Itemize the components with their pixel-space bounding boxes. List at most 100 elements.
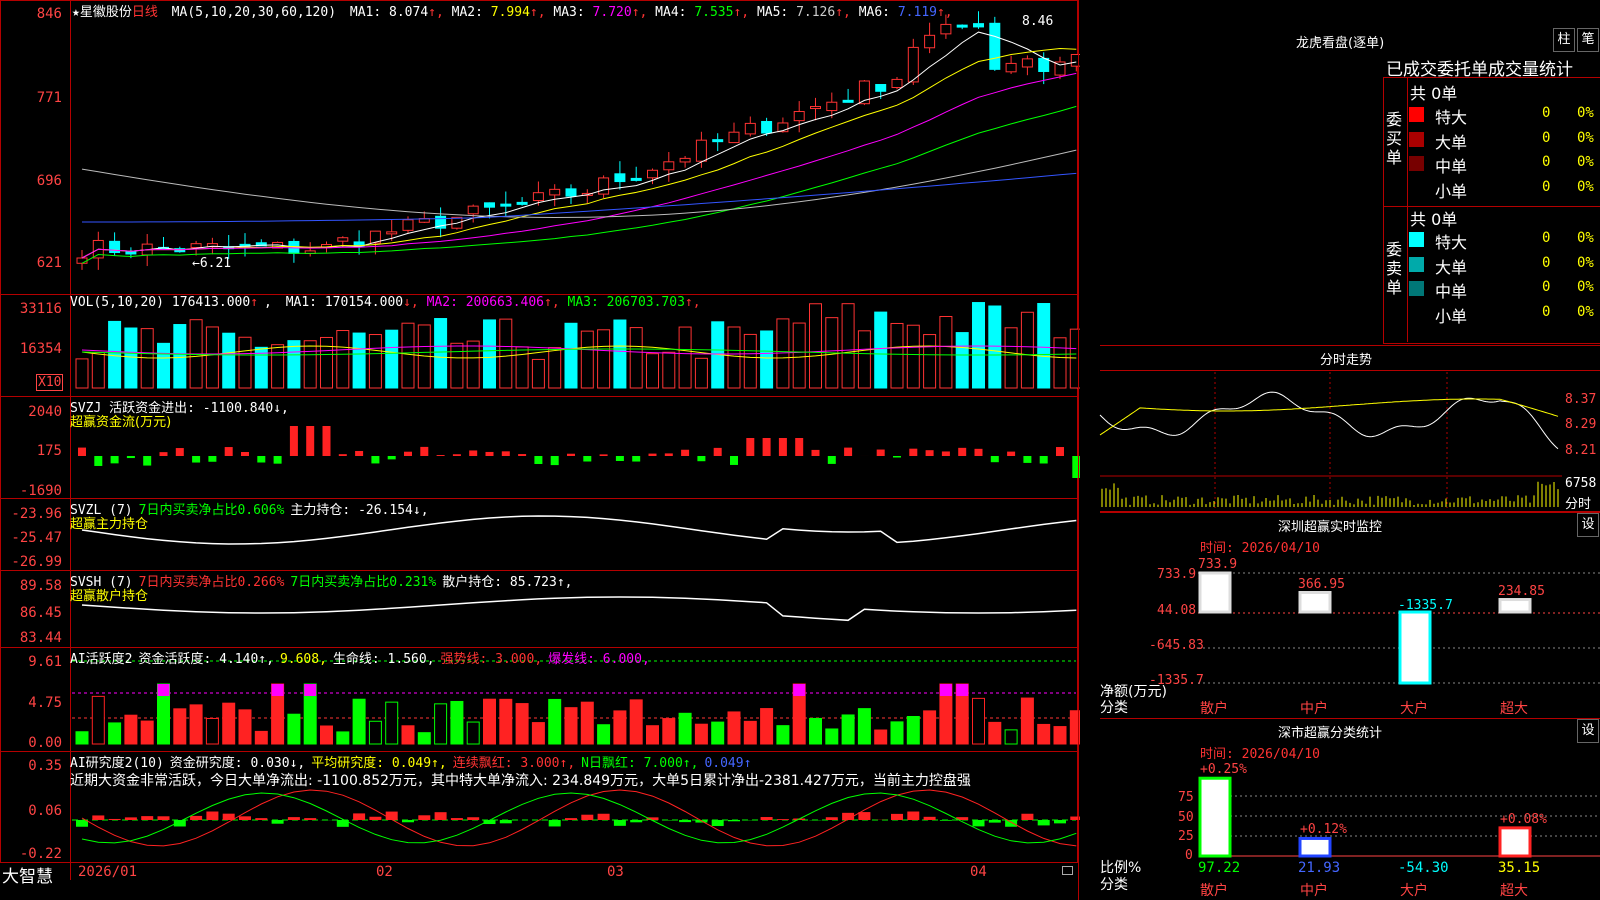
order-pct: 0% [1577,129,1594,146]
sz-monitor-bar [1298,591,1332,614]
vol-ma-label: MA1: [285,295,325,310]
sz-class-value: 97.22 [1198,860,1241,876]
ai-active-bar [809,717,822,745]
bar-view-button[interactable]: 柱 [1553,28,1575,52]
ai-active-bar [124,714,138,745]
ai-active-c: 生命线: 1.560, [332,652,435,667]
ai-active-bar [923,710,937,745]
ai-active-bar [173,708,187,745]
svzj-bar [257,456,266,463]
vol-ma-values: MA1: 170154.000↓, MA2: 200663.406↑, MA3:… [286,295,701,310]
volume-bar [629,327,643,389]
svzj-bar [795,438,804,456]
lock-icon[interactable] [1062,866,1073,875]
ai-research-bar [939,820,952,821]
ma-line [81,31,1077,259]
svzj-bar [322,426,331,456]
ma-arrow: ↑, [936,5,953,20]
ma-value: 7.994 [490,5,530,20]
svzj-bar [192,456,201,463]
volume-bar [108,320,122,389]
volume-bar [91,351,105,389]
candle-body [467,205,479,215]
ma-arrow: ↑, [428,5,452,20]
ai-active-bar [417,732,431,745]
volume-bar [857,330,871,389]
ai-active-bar [743,720,757,745]
volume-bar [205,326,219,389]
order-count: 0 [1542,303,1551,320]
ai-active-bar [613,710,627,745]
candle-body [940,23,952,35]
candle-body [875,84,887,92]
svzj-bar [811,449,820,456]
ai-research-bar [402,820,414,823]
svzj-bar [338,454,347,456]
sz-class-settings-button[interactable]: 设 [1577,719,1599,743]
volume-bar [841,303,855,389]
svzj-bar [713,447,722,456]
vol-unit-label[interactable]: X10 [36,374,64,391]
ai-research-bar [711,820,724,827]
svzj-bar [941,451,950,456]
sz-monitor-value: -1335.7 [1398,598,1453,613]
svzl-tick: -26.99 [11,554,62,570]
tick-view-button[interactable]: 笔 [1577,28,1599,52]
svsh-subtitle: 超赢散户持仓 [70,589,149,604]
sell-side-label: 委卖单 [1386,240,1403,297]
svzj-bar [893,456,901,458]
ai-research-bar [467,817,480,820]
sz-monitor-settings-button[interactable]: 设 [1577,513,1599,537]
svzj-bar [550,456,559,466]
ai-active-bar [580,701,594,745]
sell-total: 共 0单 [1410,210,1458,229]
ai-active-bar [75,731,89,745]
svsh-ratio-a: 7日内买卖净占比0.266% [138,575,285,590]
time-tick: 04 [970,864,987,880]
volume-bar [597,329,611,389]
order-size-label: 大单 [1435,132,1468,152]
intraday-box[interactable] [1100,370,1600,512]
sz-monitor-bar [1398,610,1432,685]
svzj-bar [224,447,233,456]
ai-active-bar [238,709,252,745]
volume-bar [499,318,513,389]
vol-ma-arrow: ↑, [544,295,568,310]
candle-body [810,106,821,110]
ai-research-bar [613,820,626,826]
ai-active-bar [890,721,904,745]
ai-active-bar [140,720,154,745]
svzj-bar [746,438,755,456]
svzj-bar [958,447,967,456]
volume-header: VOL(5,10,20) 176413.000 ↑, MA1: 170154.000… [70,295,701,310]
period-label: 日线 [131,5,158,20]
svsh-position: 散户持仓: 85.723↑, [442,575,573,590]
vol-ma-value: 200663.406 [465,295,545,310]
svzj-bar [371,456,380,464]
candle-body [695,139,707,162]
volume-bar [564,322,578,389]
volume-bar [222,332,236,389]
ai-research-summary: 近期大资金非常活跃，今日大单净流出: -1100.852万元，其中特大单净流入:… [70,773,971,789]
ai-active-d: 强势线: 3.000, [440,652,543,667]
svzj-bar [94,456,103,466]
ai-research-bar [548,820,561,827]
kline-header: ★星徽股份日线 MA(5,10,20,30,60,120) MA1: 8.074… [72,1,959,20]
svzj-subtitle: 超赢资金流(万元) [70,415,172,430]
volume-bar [988,305,1002,389]
ai-research-bar [923,816,936,820]
ai-research-bar [385,811,398,820]
volume-bar [1053,337,1067,389]
high-price-marker: 8.46 [1022,14,1054,29]
intraday-title-bar [1100,345,1600,346]
svzj-bar [501,451,510,456]
ai-research-e: 0.049↑ [704,756,752,771]
order-size-label: 特大 [1435,108,1468,127]
ai-research-bar [206,811,219,820]
svzj-bar [469,450,478,456]
order-pct: 0% [1577,303,1594,320]
ai-research-bar [679,820,692,823]
ma-label: MA5: [756,5,797,20]
ma-line [82,172,1077,223]
intraday-tick: 8.29 [1565,417,1597,432]
